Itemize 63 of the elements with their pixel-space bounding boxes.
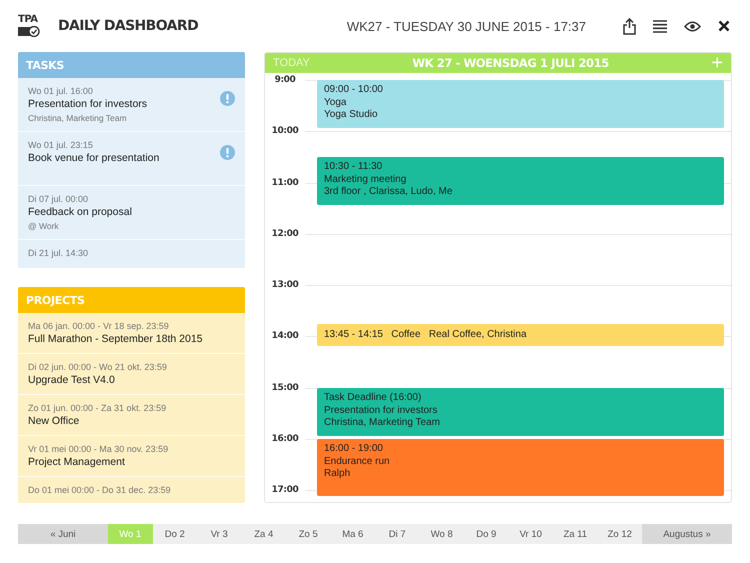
task-item[interactable]: Wo 01 jul. 23:15 Book venue for presentation bbox=[18, 132, 245, 186]
list-icon[interactable] bbox=[653, 20, 667, 32]
calendar-event[interactable]: 09:00 - 10:00 Yoga Yoga Studio bbox=[317, 80, 724, 128]
day-tab[interactable]: Zo 5 bbox=[286, 524, 330, 544]
current-datetime: WK27 - TUESDAY 30 JUNE 2015 - 17:37 bbox=[346, 18, 586, 34]
day-tab[interactable]: Wo 8 bbox=[420, 524, 464, 544]
task-title: Book venue for presentation bbox=[28, 151, 160, 166]
close-icon[interactable] bbox=[718, 20, 730, 32]
day-tab[interactable]: Vr 10 bbox=[508, 524, 553, 544]
hour-label: 10:00 bbox=[270, 125, 300, 138]
app-logo: TPA bbox=[18, 15, 40, 37]
task-details: @ Work bbox=[28, 220, 60, 233]
project-dates: Do 01 mei 00:00 - Do 31 dec. 23:59 bbox=[28, 484, 171, 496]
project-title: Project Management bbox=[28, 455, 126, 470]
previous-month-button[interactable]: « Juni bbox=[18, 524, 108, 544]
hour-label: 14:00 bbox=[270, 330, 300, 342]
calendar-event[interactable]: 16:00 - 19:00 Endurance run Ralph bbox=[317, 439, 724, 496]
day-tab[interactable]: Do 9 bbox=[464, 524, 508, 544]
calendar-event[interactable]: 10:30 - 11:30 Marketing meeting 3rd floor , Clarissa, Ludo, Me bbox=[317, 157, 724, 205]
task-date: Wo 01 jul. 16:00 bbox=[28, 85, 94, 97]
project-item[interactable]: Vr 01 mei 00:00 - Ma 30 nov. 23:59 Project Management bbox=[18, 436, 245, 477]
calendar-event[interactable]: 13:45 - 14:15 Coffee Real Coffee, Christina bbox=[317, 324, 724, 346]
app-title: DAILY DASHBOARD bbox=[58, 18, 198, 34]
hour-label: 16:00 bbox=[270, 433, 300, 446]
project-title: Upgrade Test V4.0 bbox=[28, 373, 116, 388]
hour-label: 17:00 bbox=[270, 484, 300, 496]
project-title: New Office bbox=[28, 414, 80, 429]
task-item[interactable]: Wo 01 jul. 16:00 Presentation for investors Christina, Marketing Team bbox=[18, 78, 245, 132]
task-date: Wo 01 jul. 23:15 bbox=[28, 139, 94, 151]
task-title: Feedback on proposal bbox=[28, 205, 132, 220]
day-tab[interactable]: Vr 3 bbox=[197, 524, 242, 544]
hour-label: 11:00 bbox=[270, 176, 300, 189]
day-tab[interactable]: Za 11 bbox=[553, 524, 598, 544]
project-item[interactable]: Do 01 mei 00:00 - Do 31 dec. 23:59 bbox=[18, 477, 245, 503]
project-item[interactable]: Ma 06 jan. 00:00 - Vr 18 sep. 23:59 Full Marathon - September 18th 2015 bbox=[18, 313, 245, 354]
hour-label: 9:00 bbox=[274, 74, 296, 86]
share-icon[interactable] bbox=[623, 18, 636, 34]
eye-icon[interactable] bbox=[684, 20, 701, 32]
project-title: Full Marathon - September 18th 2015 bbox=[28, 332, 203, 347]
day-tab[interactable]: Za 4 bbox=[242, 524, 286, 544]
project-item[interactable]: Zo 01 jun. 00:00 - Za 31 okt. 23:59 New Office bbox=[18, 395, 245, 436]
project-dates: Vr 01 mei 00:00 - Ma 30 nov. 23:59 bbox=[28, 443, 168, 455]
project-dates: Ma 06 jan. 00:00 - Vr 18 sep. 23:59 bbox=[28, 320, 170, 332]
task-date: Di 07 jul. 00:00 bbox=[28, 193, 90, 205]
task-details: Christina, Marketing Team bbox=[28, 112, 128, 125]
project-dates: Zo 01 jun. 00:00 - Za 31 okt. 23:59 bbox=[28, 402, 166, 414]
calendar-date-title: WK 27 - WOENSDAG 1 JULI 2015 bbox=[412, 56, 609, 70]
task-date: Di 21 jul. 14:30 bbox=[28, 247, 88, 259]
project-item[interactable]: Di 02 jun. 00:00 - Wo 21 okt. 23:59 Upgrade Test V4.0 bbox=[18, 354, 245, 395]
task-title: Presentation for investors bbox=[28, 97, 148, 112]
task-item[interactable]: Di 07 jul. 00:00 Feedback on proposal @ Work bbox=[18, 186, 245, 240]
day-tab[interactable]: Do 2 bbox=[152, 524, 197, 544]
projects-header: PROJECTS bbox=[18, 287, 245, 313]
calendar-event[interactable]: Task Deadline (16:00) Presentation for investors Christina, Marketing Team bbox=[317, 388, 724, 436]
day-tab[interactable]: Ma 6 bbox=[330, 524, 375, 544]
hour-label: 12:00 bbox=[270, 228, 300, 240]
project-dates: Di 02 jun. 00:00 - Wo 21 okt. 23:59 bbox=[28, 361, 167, 373]
next-month-button[interactable]: Augustus » bbox=[642, 524, 732, 544]
day-tab[interactable]: Di 7 bbox=[375, 524, 420, 544]
hour-label: 15:00 bbox=[270, 382, 300, 394]
day-tab[interactable]: Zo 12 bbox=[598, 524, 642, 544]
hour-label: 13:00 bbox=[270, 279, 300, 292]
tasks-header: TASKS bbox=[18, 52, 245, 78]
